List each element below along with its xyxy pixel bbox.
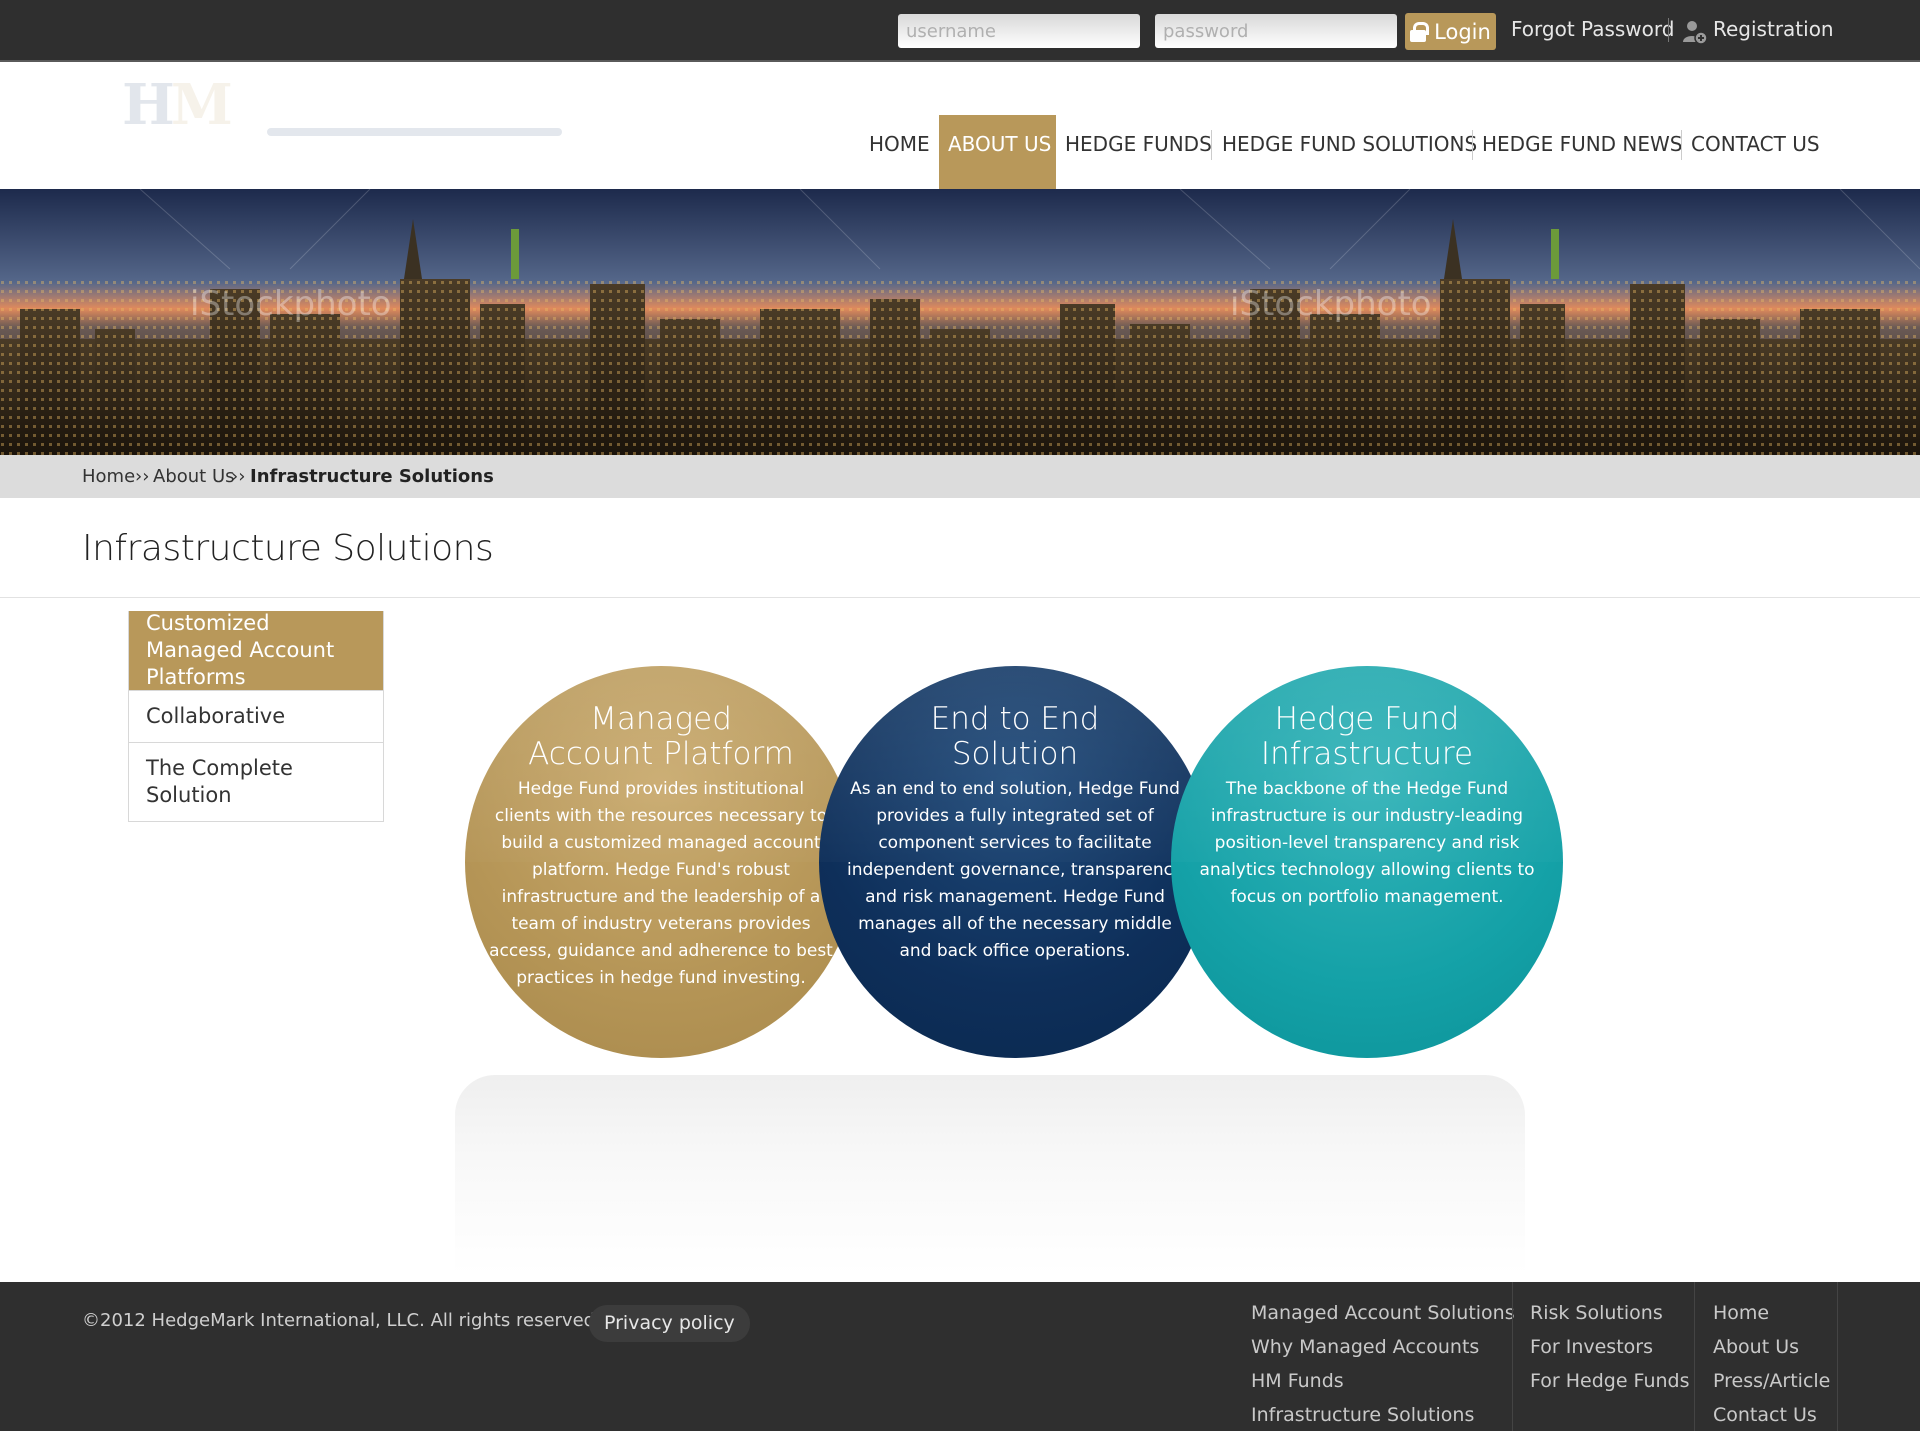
lock-icon xyxy=(1410,21,1430,42)
nav-divider xyxy=(1681,130,1682,160)
circle-hedge-fund-infrastructure: Hedge Fund Infrastructure The backbone o… xyxy=(1171,666,1563,1058)
footer-link[interactable]: Managed Account Solutions xyxy=(1251,1296,1515,1330)
site-header: HM HOME ABOUT US HEDGE FUNDS HEDGE FUND … xyxy=(0,64,1920,189)
breadcrumb-about-us[interactable]: About Us xyxy=(153,466,235,487)
watermark-text: iStockphoto xyxy=(190,284,392,324)
logo-wordmark xyxy=(82,148,90,169)
side-menu-item-complete-solution[interactable]: The Complete Solution xyxy=(129,742,383,821)
circle-end-to-end-solution: End to End Solution As an end to end sol… xyxy=(819,666,1211,1058)
footer-link[interactable]: For Hedge Funds xyxy=(1530,1364,1690,1398)
forgot-password-link[interactable]: Forgot Password xyxy=(1511,17,1674,41)
circle-title-line: Hedge Fund xyxy=(1274,701,1460,737)
footer-divider xyxy=(1837,1282,1838,1431)
circle-title-line: Infrastructure xyxy=(1260,736,1474,772)
logo-tagline xyxy=(267,128,562,136)
footer-links-site: Home About Us Press/Article Contact Us xyxy=(1713,1296,1830,1431)
footer-link[interactable]: About Us xyxy=(1713,1330,1830,1364)
side-menu-item-customized-managed[interactable]: Customized Managed Account Platforms xyxy=(129,611,383,690)
circle-body: Hedge Fund provides institutional client… xyxy=(489,779,833,988)
nav-divider xyxy=(1472,130,1473,160)
footer-links-risk: Risk Solutions For Investors For Hedge F… xyxy=(1530,1296,1690,1398)
circle-title: End to End Solution xyxy=(819,702,1211,772)
privacy-policy-button[interactable]: Privacy policy xyxy=(589,1305,750,1342)
nav-hedge-fund-solutions[interactable]: HEDGE FUND SOLUTIONS xyxy=(1222,132,1477,156)
add-user-icon xyxy=(1683,21,1708,45)
side-menu: Customized Managed Account Platforms Col… xyxy=(128,611,384,822)
breadcrumb-separator: ›› xyxy=(135,466,150,487)
breadcrumb-home[interactable]: Home xyxy=(82,466,135,487)
nav-divider xyxy=(1211,130,1212,160)
username-input[interactable] xyxy=(898,14,1140,48)
circle-title-line: Managed xyxy=(590,701,732,737)
footer-divider xyxy=(1694,1282,1695,1431)
breadcrumb-current: Infrastructure Solutions xyxy=(250,466,494,487)
footer-link[interactable]: Risk Solutions xyxy=(1530,1296,1690,1330)
footer-link[interactable]: Home xyxy=(1713,1296,1830,1330)
watermark-text: iStockphoto xyxy=(1230,284,1432,324)
footer-link[interactable]: Contact Us xyxy=(1713,1398,1830,1431)
circles-reflection xyxy=(455,1075,1525,1275)
hero-banner: iStockphoto iStockphoto xyxy=(0,189,1920,455)
circle-body: The backbone of the Hedge Fund infrastru… xyxy=(1199,779,1535,907)
logo-monogram: HM xyxy=(122,72,233,138)
nav-home[interactable]: HOME xyxy=(869,132,930,156)
breadcrumb: Home ›› About Us ›› Infrastructure Solut… xyxy=(0,455,1920,498)
city-skyline-image: iStockphoto iStockphoto xyxy=(0,189,1920,455)
nav-about-us[interactable]: ABOUT US xyxy=(948,132,1051,156)
page-title: Infrastructure Solutions xyxy=(82,528,494,569)
circle-title: Managed Account Platform xyxy=(465,702,857,772)
circle-body: As an end to end solution, Hedge Fund pr… xyxy=(846,779,1183,961)
password-input[interactable] xyxy=(1155,14,1397,48)
top-divider xyxy=(1668,18,1669,42)
login-button[interactable]: Login xyxy=(1405,13,1496,50)
footer-divider xyxy=(1512,1282,1513,1431)
side-menu-item-collaborative[interactable]: Collaborative xyxy=(129,690,383,742)
copyright-text: ©2012 HedgeMark International, LLC. All … xyxy=(82,1310,601,1331)
footer-link[interactable]: Why Managed Accounts xyxy=(1251,1330,1515,1364)
nav-hedge-fund-news[interactable]: HEDGE FUND NEWS xyxy=(1482,132,1683,156)
logo[interactable]: HM xyxy=(82,72,562,172)
top-bar: Login Forgot Password Registration xyxy=(0,0,1920,62)
footer-links-solutions: Managed Account Solutions Why Managed Ac… xyxy=(1251,1296,1515,1431)
footer-link[interactable]: Infrastructure Solutions xyxy=(1251,1398,1515,1431)
circle-title-line: End to End xyxy=(930,701,1100,737)
breadcrumb-separator: ›› xyxy=(231,466,246,487)
nav-hedge-funds[interactable]: HEDGE FUNDS xyxy=(1065,132,1212,156)
footer-link[interactable]: HM Funds xyxy=(1251,1364,1515,1398)
circle-title-line: Account Platform xyxy=(528,736,794,772)
registration-link[interactable]: Registration xyxy=(1713,17,1834,41)
circle-title: Hedge Fund Infrastructure xyxy=(1171,702,1563,772)
circle-title-line: Solution xyxy=(951,736,1079,772)
footer: ©2012 HedgeMark International, LLC. All … xyxy=(0,1282,1920,1431)
circle-managed-account-platform: Managed Account Platform Hedge Fund prov… xyxy=(465,666,857,1058)
footer-link[interactable]: Press/Article xyxy=(1713,1364,1830,1398)
footer-link[interactable]: For Investors xyxy=(1530,1330,1690,1364)
nav-contact-us[interactable]: CONTACT US xyxy=(1691,132,1820,156)
login-label: Login xyxy=(1434,19,1491,44)
divider xyxy=(0,597,1920,598)
